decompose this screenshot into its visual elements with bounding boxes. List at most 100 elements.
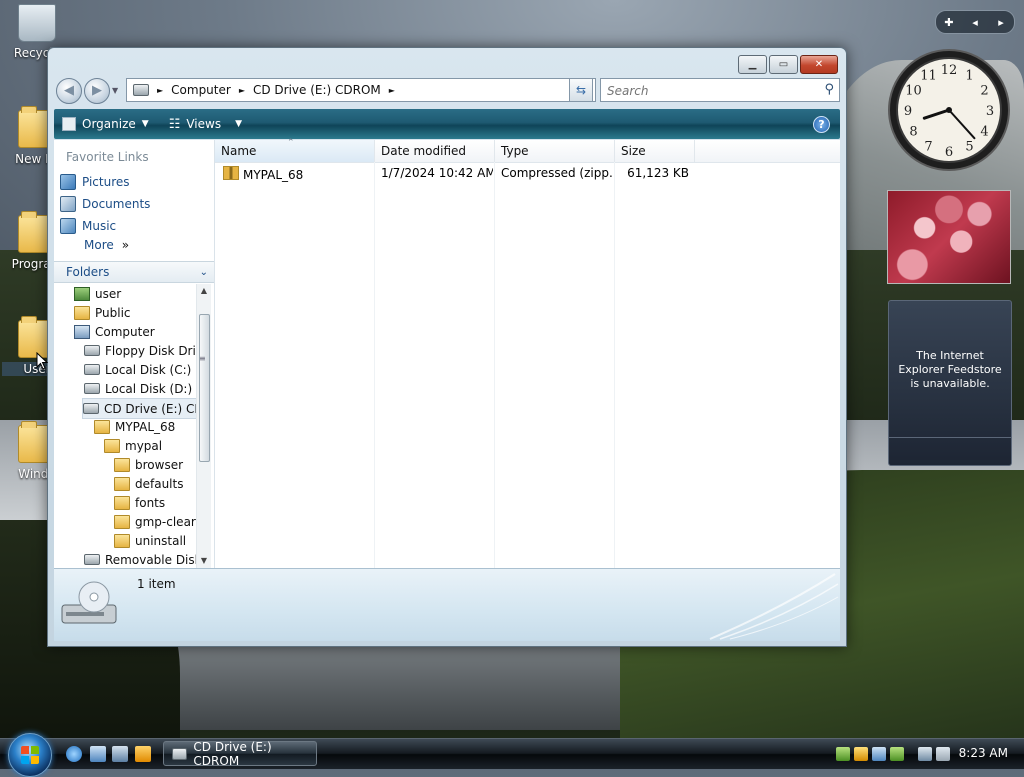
- tree-item-defaults[interactable]: defaults: [114, 474, 183, 493]
- slideshow-gadget[interactable]: [887, 190, 1011, 284]
- command-toolbar: Organize ▼ ☷ Views ▼ ?: [54, 109, 840, 139]
- feed-message: The Internet Explorer Feedstore is unava…: [898, 349, 1002, 390]
- clock-numeral: 5: [965, 140, 973, 155]
- recent-pages-dropdown[interactable]: ▼: [112, 86, 118, 95]
- navigation-bar: ◀ ▶ ▼ ► Computer ► CD Drive (E:) CDROM ►…: [54, 76, 840, 106]
- security-shield-icon[interactable]: [854, 746, 868, 761]
- clock-gadget[interactable]: 12 12 3 45678 9 1011: [886, 47, 1012, 173]
- breadcrumb-computer[interactable]: Computer: [171, 83, 231, 97]
- search-box: ⚲: [600, 78, 840, 102]
- tree-item-local-disk-d[interactable]: Local Disk (D:): [84, 379, 192, 398]
- breadcrumb-separator[interactable]: ►: [389, 86, 395, 95]
- minimize-icon: ▁: [748, 59, 757, 70]
- volume-muted-icon[interactable]: [936, 746, 950, 761]
- search-icon[interactable]: ⚲: [824, 82, 834, 97]
- tree-item-public[interactable]: Public: [74, 303, 131, 322]
- tree-item-computer[interactable]: Computer: [74, 322, 155, 341]
- more-links-button[interactable]: More »: [84, 238, 129, 252]
- taskbar-clock[interactable]: 8:23 AM: [959, 746, 1008, 760]
- tree-item-uninstall[interactable]: uninstall: [114, 531, 186, 550]
- network-icon[interactable]: [918, 746, 932, 761]
- file-name: MYPAL_68: [243, 168, 304, 182]
- column-headers: Name ⌃ Date modified Type Size: [215, 138, 840, 163]
- folder-icon: [114, 495, 130, 510]
- views-label: Views: [186, 117, 222, 131]
- address-bar[interactable]: ► Computer ► CD Drive (E:) CDROM ► ▼: [126, 78, 596, 102]
- refresh-button[interactable]: ⇆: [569, 78, 593, 102]
- breadcrumb-separator[interactable]: ►: [157, 86, 163, 95]
- breadcrumb-separator[interactable]: ►: [239, 86, 245, 95]
- organize-menu[interactable]: Organize ▼: [54, 109, 161, 139]
- back-arrow-icon: ◀: [64, 83, 74, 98]
- music-icon: [60, 218, 76, 234]
- back-button[interactable]: ◀: [56, 78, 82, 104]
- clock-numeral: 1: [965, 69, 973, 84]
- favorite-link-label: Documents: [82, 197, 151, 211]
- file-type-cell: Compressed (zipp...: [501, 166, 613, 180]
- column-header-type[interactable]: Type: [495, 140, 615, 162]
- add-gadget-icon[interactable]: ✚: [936, 16, 962, 29]
- feed-headlines-gadget[interactable]: The Internet Explorer Feedstore is unava…: [888, 300, 1012, 466]
- clock-numeral: 8: [909, 125, 917, 140]
- tree-item-gmp-clearkey[interactable]: gmp-clearkey: [114, 512, 198, 531]
- maximize-button[interactable]: ▭: [769, 55, 798, 74]
- tree-item-local-disk-c[interactable]: Local Disk (C:): [84, 360, 191, 379]
- clock-numeral: 2: [980, 84, 988, 99]
- file-size-cell: 61,123 KB: [627, 166, 689, 180]
- content-area: Favorite Links Pictures Documents Music …: [54, 138, 840, 568]
- tree-item-mypal-68[interactable]: MYPAL_68: [94, 417, 175, 436]
- clock-numeral: 7: [924, 140, 932, 155]
- help-icon[interactable]: ?: [813, 116, 830, 133]
- folder-tree-scrollbar[interactable]: ▲ ≡ ▼: [196, 284, 211, 568]
- tree-item-removable-disk[interactable]: Removable Disk: [84, 550, 198, 568]
- favorite-link-music[interactable]: Music: [60, 218, 116, 234]
- tree-item-fonts[interactable]: fonts: [114, 493, 165, 512]
- tree-item-label: defaults: [135, 476, 184, 491]
- start-button[interactable]: [8, 733, 52, 777]
- tree-item-label: CD Drive (E:) CDROM: [104, 401, 198, 416]
- column-divider: [494, 162, 495, 568]
- scrollbar-thumb[interactable]: [199, 314, 210, 462]
- tray-app-icon[interactable]: [836, 746, 850, 761]
- tree-item-mypal[interactable]: mypal: [104, 436, 162, 455]
- internet-explorer-icon[interactable]: [66, 746, 82, 762]
- decorative-swoosh: [709, 573, 839, 640]
- tree-item-floppy[interactable]: Floppy Disk Drive: [84, 341, 198, 360]
- switch-windows-icon[interactable]: [112, 746, 128, 762]
- folder-icon: [114, 533, 130, 548]
- folder-icon: [104, 438, 120, 453]
- recycle-bin-icon: [18, 4, 56, 42]
- tree-item-cd-drive[interactable]: CD Drive (E:) CDROM: [82, 398, 198, 419]
- views-menu[interactable]: ☷ Views ▼: [161, 109, 254, 139]
- show-desktop-icon[interactable]: [90, 746, 106, 762]
- clock-numeral: 3: [986, 104, 994, 119]
- file-name-cell: MYPAL_68: [223, 166, 373, 182]
- navigation-pane: Favorite Links Pictures Documents Music …: [54, 140, 215, 568]
- taskbar: CD Drive (E:) CDROM 8:23 AM: [0, 733, 1024, 777]
- close-button[interactable]: ✕: [800, 55, 838, 74]
- previous-icon[interactable]: ◂: [962, 16, 988, 29]
- breadcrumb-cd-drive[interactable]: CD Drive (E:) CDROM: [253, 83, 381, 97]
- favorite-link-documents[interactable]: Documents: [60, 196, 150, 212]
- tree-item-browser[interactable]: browser: [114, 455, 183, 474]
- tree-item-user[interactable]: user: [74, 284, 121, 303]
- column-divider: [374, 162, 375, 568]
- scroll-up-icon[interactable]: ▲: [197, 284, 211, 298]
- favorite-links-title: Favorite Links: [66, 150, 149, 164]
- forward-button[interactable]: ▶: [84, 78, 110, 104]
- taskbar-button-cd-drive[interactable]: CD Drive (E:) CDROM: [163, 740, 317, 768]
- media-player-icon[interactable]: [135, 746, 151, 762]
- scroll-down-icon[interactable]: ▼: [197, 554, 211, 568]
- favorite-link-label: Music: [82, 219, 117, 233]
- folders-header[interactable]: Folders ⌄: [54, 261, 214, 283]
- column-header-date-modified[interactable]: Date modified: [375, 140, 495, 162]
- search-input[interactable]: [605, 81, 809, 101]
- tray-app-icon[interactable]: [872, 746, 886, 761]
- column-header-size[interactable]: Size: [615, 140, 695, 162]
- minimize-button[interactable]: ▁: [738, 55, 767, 74]
- file-row[interactable]: MYPAL_68 1/7/2024 10:42 AM Compressed (z…: [215, 164, 695, 184]
- next-icon[interactable]: ▸: [988, 16, 1014, 29]
- column-header-name[interactable]: Name ⌃: [215, 138, 375, 162]
- tray-app-icon[interactable]: [890, 746, 904, 761]
- favorite-link-pictures[interactable]: Pictures: [60, 174, 130, 190]
